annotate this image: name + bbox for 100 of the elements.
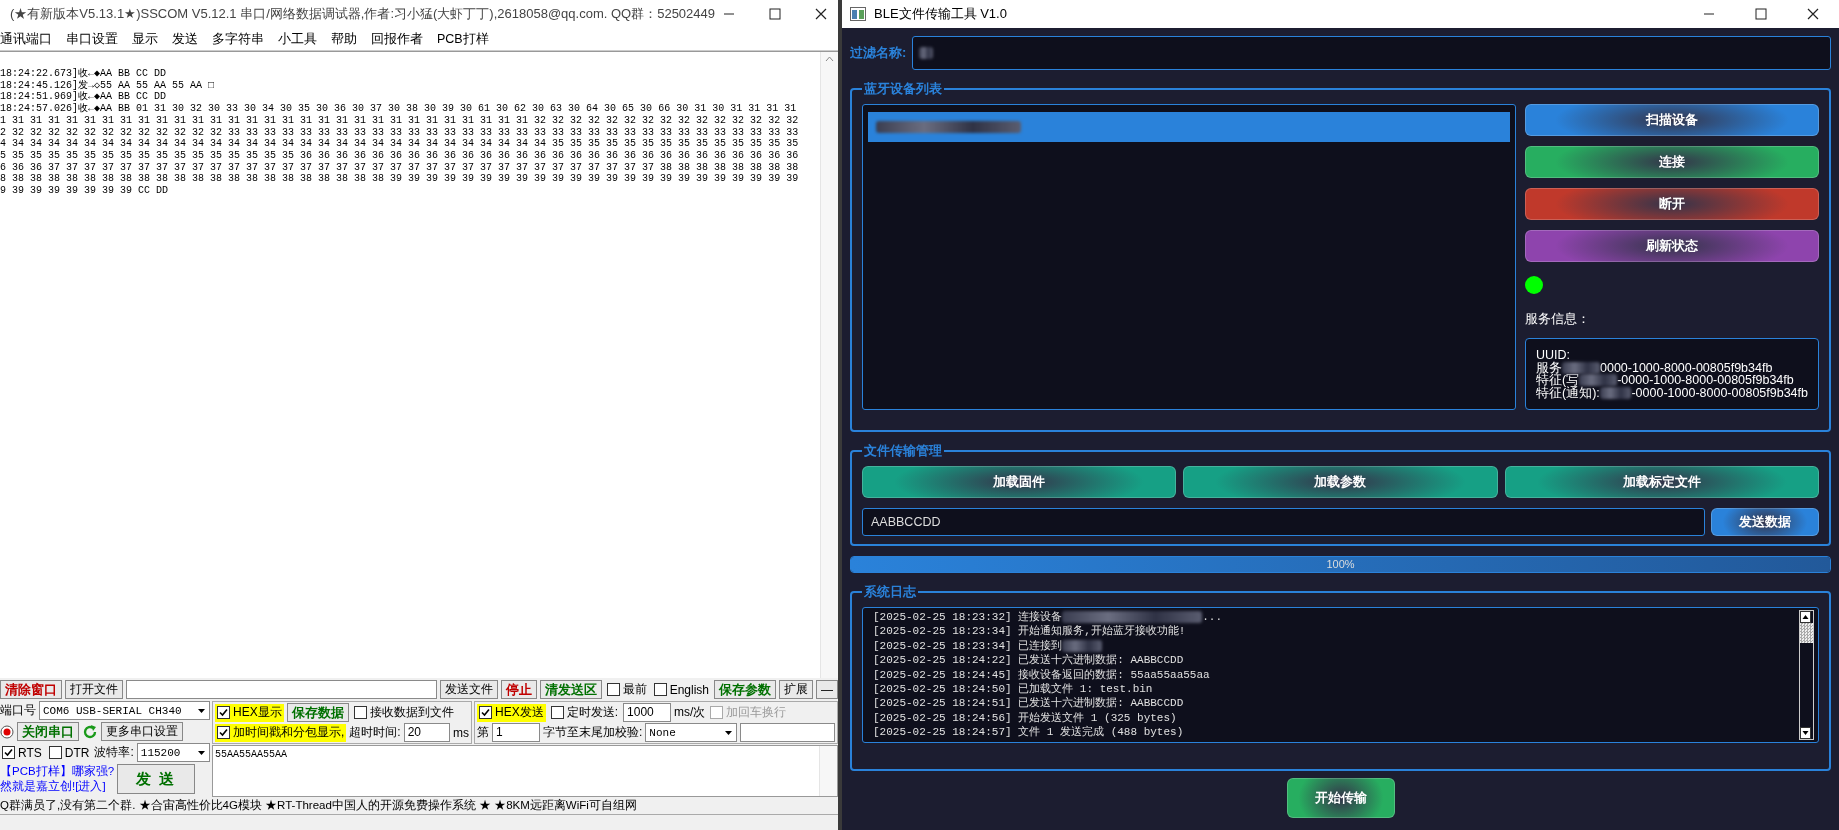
dropdown[interactable]: COM6 USB-SERIAL CH340	[39, 701, 210, 720]
ticker-text[interactable]: Q群满员了,没有第二个群. ★合宙高性价比4G模块 ★RT-Thread中国人的开源免费操作系统 ★ ★8KM远距离WiFi可自组网	[0, 799, 838, 812]
text-field[interactable]	[740, 723, 835, 742]
action-button[interactable]: 扫描设备	[1525, 104, 1819, 136]
send-data-button[interactable]: 发送数据	[1711, 508, 1819, 536]
uuid-text: -0000-1000-8000-00805f9b34fb	[1631, 386, 1808, 399]
text-field[interactable]: 1000	[623, 703, 672, 722]
button[interactable]: 保存数据	[286, 703, 349, 722]
data-line: 9 39 39 39 39 39 39 39 CC DD	[0, 185, 169, 197]
log-line: [2025-02-25 18:24:51] 已发送十六进制数据: AABBCCDD	[873, 696, 1184, 711]
menu-item[interactable]: 多字符串	[212, 30, 264, 48]
label-text: ms/次	[674, 704, 706, 721]
service-text: 特征(写	[1536, 374, 1580, 387]
send-button[interactable]: 发 送	[117, 764, 196, 794]
button[interactable]: 扩展	[779, 680, 813, 699]
close-icon[interactable]	[1807, 8, 1819, 20]
label-text: 超时时间:	[349, 724, 401, 741]
data-line: 4 34 34 34 34 34 34 34 34 34 34 34 34 34 34 34 34 34 34 34 34 34 34 34 34 34 34 34 34 34 34 35 35 35 35 35 35 35 35 35 35 35 35 35 35	[0, 138, 799, 150]
action-button[interactable]: 刷新状态	[1525, 230, 1819, 262]
scroll-down-icon[interactable]	[1800, 726, 1811, 739]
uuid-text: -0000-1000-8000-00805f9b34fb	[1617, 374, 1794, 387]
scroll-thumb[interactable]	[1800, 623, 1813, 643]
group-title: 蓝牙设备列表	[863, 80, 943, 98]
button[interactable]: 关闭串口	[17, 722, 79, 741]
load-button[interactable]: 加载固件	[862, 466, 1177, 498]
menu-item[interactable]: 小工具	[278, 30, 317, 48]
data-line: 6 36 36 37 37 37 37 37 37 37 37 37 37 37 37 37 37 37 37 37 37 37 37 37 37 37 37 37 37 37 37 37 37 37 37 37 37 38 38 38 38 38 38 38 38	[0, 161, 799, 174]
log-line: [2025-02-25 18:24:57] 文件 1 发送完成 (488 bytes)	[873, 725, 1184, 740]
action-button[interactable]: 连接	[1525, 146, 1819, 178]
button[interactable]: 保存参数	[714, 680, 776, 699]
filter-field[interactable]	[912, 36, 1831, 70]
button[interactable]: 停止	[500, 680, 537, 699]
device-list[interactable]	[862, 104, 1516, 410]
checkbox[interactable]: English	[651, 680, 711, 699]
hex-input-field[interactable]: AABBCCDD	[862, 508, 1705, 536]
service-text: 服务	[1536, 361, 1562, 374]
scrollbar[interactable]	[820, 52, 838, 678]
button[interactable]: 清除窗口	[0, 680, 62, 699]
filter-label: 过滤名称:	[850, 44, 907, 62]
text-field[interactable]	[126, 680, 437, 699]
checkmark-icon	[4, 748, 13, 757]
checkbox[interactable]: 定时发送:	[548, 703, 621, 722]
checkbox[interactable]: DTR	[46, 743, 92, 762]
menu-item[interactable]: 通讯端口	[0, 30, 52, 48]
scrollbar[interactable]	[1799, 610, 1814, 740]
uuid-text: 0000-1000-8000-00805f9b34fb	[1600, 361, 1773, 374]
action-button[interactable]: 断开	[1525, 188, 1819, 220]
button[interactable]: 发送文件	[439, 680, 498, 699]
button[interactable]: 清发送区	[539, 680, 602, 699]
close-icon[interactable]	[815, 8, 827, 20]
label-text: 第	[477, 724, 489, 741]
group-title: 文件传输管理	[863, 442, 943, 460]
menu-item[interactable]: 回报作者	[371, 30, 423, 48]
app-icon	[850, 7, 866, 21]
button[interactable]: 更多串口设置	[101, 722, 183, 741]
log-line: [2025-02-25 18:24:50] 已加载文件 1: test.bin	[873, 682, 1153, 697]
log-line: ...	[1202, 610, 1223, 625]
checkmark-icon	[219, 708, 228, 717]
data-line: 18:24:45.126]发→◇55 AA 55 AA 55 AA □	[0, 79, 215, 91]
log-line: [2025-02-25 18:24:45] 接收设备返回的数据: 55aa55aa55aa	[873, 667, 1210, 683]
load-button[interactable]: 加载标定文件	[1504, 466, 1819, 498]
window-title: BLE文件传输工具 V1.0	[874, 5, 1008, 23]
data-line: 18:24:57.026]收←◆AA BB 01 31 30 32 30 33 30 34 30 35 30 36 30 37 30 38 30 39 30 61 30 62 30 63 30 64 30 65 30 66 30 31 30 31 31 31 31	[0, 103, 797, 115]
checkbox[interactable]: HEX发送	[477, 703, 546, 722]
service-text: 特征(通知):	[1536, 386, 1600, 399]
checkbox[interactable]: 接收数据到文件	[351, 703, 456, 722]
dropdown[interactable]: 115200	[136, 743, 210, 762]
button[interactable]: 打开文件	[65, 680, 123, 699]
promo-link[interactable]: 然就是嘉立创![进入]	[0, 779, 115, 794]
device-list-item[interactable]	[868, 112, 1510, 142]
text-field[interactable]: 20	[403, 723, 450, 742]
menu-item[interactable]: 帮助	[331, 30, 357, 48]
data-line: 5 35 35 35 35 35 35 35 35 35 35 35 35 35 35 35 35 36 36 36 36 36 36 36 36 36 36 36 36 36 36 36 36 36 36 36 36 36 36 36 36 36 36 36 36	[0, 149, 799, 162]
label-text: 波特率:	[94, 744, 134, 761]
dropdown[interactable]: None	[645, 723, 738, 742]
maximize-icon[interactable]	[1755, 8, 1767, 20]
refresh-icon[interactable]	[82, 723, 98, 740]
scroll-up-icon[interactable]	[1800, 611, 1811, 623]
data-line: 18:24:51.969]收←◆AA BB CC DD	[0, 91, 167, 103]
label-text: ms	[453, 725, 469, 740]
maximize-icon[interactable]	[769, 8, 781, 20]
data-line: 2 32 32 32 32 32 32 32 32 32 32 32 32 33 33 33 33 33 33 33 33 33 33 33 33 33 33 33 33 33 33 33 33 33 33 33 33 33 33 33 33 33 33 33 33	[0, 126, 799, 139]
menu-item[interactable]: PCB打样	[437, 30, 489, 48]
load-button[interactable]: 加载参数	[1183, 466, 1498, 498]
checkbox[interactable]: RTS	[0, 743, 44, 762]
checkbox[interactable]: 最前	[604, 680, 649, 699]
service-text: UUID:	[1536, 349, 1571, 362]
log-line: [2025-02-25 18:23:34] 已连接到	[873, 638, 1063, 654]
scrollbar[interactable]	[819, 746, 837, 796]
label-text: 字节至末尾加校验:	[543, 724, 643, 741]
menu-item[interactable]: 显示	[132, 30, 158, 48]
checkbox[interactable]: 加时间戳和分包显示,	[215, 723, 347, 742]
checkbox[interactable]: HEX显示	[215, 703, 284, 722]
log-line: [2025-02-25 18:23:34] 开始通知服务,开始蓝牙接收功能!	[873, 624, 1186, 639]
menu-item[interactable]: 串口设置	[66, 30, 118, 48]
promo-link[interactable]: 【PCB打样】哪家强?	[0, 764, 115, 779]
button[interactable]: —	[816, 680, 838, 699]
menu-item[interactable]: 发送	[172, 30, 198, 48]
start-transfer-button[interactable]: 开始传输	[1286, 778, 1395, 818]
text-field[interactable]: 1	[492, 723, 540, 742]
